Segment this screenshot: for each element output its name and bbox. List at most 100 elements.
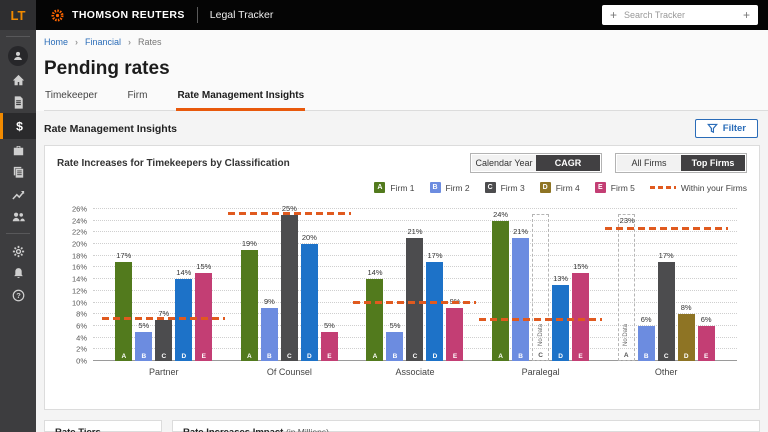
legend-item-a: AFirm 1 bbox=[374, 182, 414, 193]
settings-icon[interactable] bbox=[0, 240, 36, 262]
news-icon[interactable] bbox=[0, 161, 36, 183]
chart-card: Rate Increases for Timekeepers by Classi… bbox=[44, 145, 760, 410]
chevron-right-icon: › bbox=[128, 37, 131, 47]
bar-c: 21%C bbox=[406, 238, 423, 361]
legend-swatch: B bbox=[430, 182, 441, 193]
tab-firm[interactable]: Firm bbox=[126, 90, 148, 111]
chevron-right-icon: › bbox=[75, 37, 78, 47]
bar-letter: C bbox=[533, 352, 548, 359]
help-icon[interactable]: ? bbox=[0, 284, 36, 306]
documents-icon[interactable] bbox=[0, 91, 36, 113]
y-axis-tick: 18% bbox=[59, 251, 87, 260]
sidebar-divider bbox=[6, 233, 30, 234]
tab-timekeeper[interactable]: Timekeeper bbox=[44, 90, 98, 111]
legend-label: Firm 3 bbox=[501, 183, 525, 193]
bar-value-label: 14% bbox=[367, 268, 382, 277]
plus-icon: + bbox=[610, 9, 617, 21]
bar-letter: A bbox=[115, 353, 132, 360]
matters-icon[interactable] bbox=[0, 139, 36, 161]
legend-label: Within your Firms bbox=[681, 183, 747, 193]
category-label: Partner bbox=[115, 367, 212, 377]
benchmark-dashed-line bbox=[605, 227, 728, 230]
filter-button-label: Filter bbox=[723, 123, 746, 134]
search-input[interactable]: + Search Tracker + bbox=[602, 5, 758, 25]
rate-tiers-card: Rate Tiers 1 bbox=[44, 420, 162, 432]
legend-label: Firm 2 bbox=[446, 183, 470, 193]
dashed-line-icon bbox=[650, 186, 676, 189]
category-label: Associate bbox=[366, 367, 463, 377]
page-title: Pending rates bbox=[44, 58, 768, 80]
svg-text:?: ? bbox=[16, 291, 21, 300]
category-label: Of Counsel bbox=[241, 367, 338, 377]
bar-e: 6%E bbox=[698, 326, 715, 361]
product-name: Legal Tracker bbox=[210, 9, 274, 21]
contacts-icon[interactable] bbox=[0, 205, 36, 227]
bar-b: 9%B bbox=[261, 308, 278, 361]
y-axis-tick: 4% bbox=[59, 333, 87, 342]
tab-rate-management-insights[interactable]: Rate Management Insights bbox=[176, 90, 305, 111]
bar-letter: D bbox=[175, 353, 192, 360]
toggle-option-top-firms[interactable]: Top Firms bbox=[681, 155, 745, 171]
funnel-icon bbox=[707, 123, 718, 134]
alerts-icon[interactable] bbox=[0, 262, 36, 284]
filter-button[interactable]: Filter bbox=[695, 119, 758, 138]
legend-label: Firm 4 bbox=[556, 183, 580, 193]
bar-value-label: 21% bbox=[513, 227, 528, 236]
bar-e: 15%E bbox=[572, 273, 589, 361]
legend-swatch: C bbox=[485, 182, 496, 193]
bar-d: 8%D bbox=[678, 314, 695, 361]
bar-letter: E bbox=[446, 353, 463, 360]
billing-icon[interactable]: $ bbox=[0, 113, 36, 139]
search-placeholder: Search Tracker bbox=[624, 10, 685, 20]
bar-letter: E bbox=[321, 353, 338, 360]
brand-name: THOMSON REUTERS bbox=[72, 9, 185, 21]
bar-value-label: 14% bbox=[176, 268, 191, 277]
bar-d: 20%D bbox=[301, 244, 318, 361]
toggle-option-cagr[interactable]: CAGR bbox=[536, 155, 600, 171]
bar-a: 17%A bbox=[115, 262, 132, 361]
tab-bar: Timekeeper Firm Rate Management Insights bbox=[44, 90, 768, 111]
bar-value-label: 21% bbox=[407, 227, 422, 236]
breadcrumb-item-home[interactable]: Home bbox=[44, 37, 68, 47]
bar-b: 6%B bbox=[638, 326, 655, 361]
svg-text:$: $ bbox=[16, 119, 23, 133]
bar-value-label: 24% bbox=[493, 210, 508, 219]
bar-letter: B bbox=[135, 353, 152, 360]
sidebar: LT $? bbox=[0, 0, 36, 432]
legend-item-benchmark: Within your Firms bbox=[650, 183, 747, 193]
home-icon[interactable] bbox=[0, 69, 36, 91]
impact-title-text: Rate Increases Impact bbox=[183, 427, 283, 432]
legend-item-c: C Firm 3 bbox=[485, 182, 525, 193]
bar-d: 14%D bbox=[175, 279, 192, 361]
bar-e: 9%E bbox=[446, 308, 463, 361]
analytics-icon[interactable] bbox=[0, 183, 36, 205]
legend-item-d: DFirm 4 bbox=[540, 182, 580, 193]
legend-swatch: A bbox=[374, 182, 385, 193]
bar-value-label: 17% bbox=[116, 251, 131, 260]
no-data-label: No Data bbox=[538, 324, 544, 346]
header-divider bbox=[197, 7, 198, 23]
sidebar-icons-mount: $? bbox=[0, 43, 36, 306]
bar-letter: A bbox=[492, 353, 509, 360]
bar-a: 24%A bbox=[492, 221, 509, 361]
toggle-option-calendar-year[interactable]: Calendar Year bbox=[472, 155, 536, 171]
bar-letter: E bbox=[572, 353, 589, 360]
bar-letter: C bbox=[281, 353, 298, 360]
bar-groups: 17%A5%B7%C14%D15%EPartner19%A9%B25%C20%D… bbox=[93, 209, 737, 361]
breadcrumb-item-financial[interactable]: Financial bbox=[85, 37, 121, 47]
plot-area: 0%2%4%6%8%10%12%14%16%18%20%22%24%26%17%… bbox=[93, 209, 737, 361]
plus-icon[interactable]: + bbox=[743, 9, 750, 21]
user-icon[interactable] bbox=[0, 43, 36, 69]
toggle-option-all-firms[interactable]: All Firms bbox=[617, 155, 681, 171]
bar-value-label: 15% bbox=[196, 262, 211, 271]
toggle-group-0: Calendar YearCAGR bbox=[470, 153, 602, 173]
y-axis-tick: 24% bbox=[59, 216, 87, 225]
bar-b: 5%B bbox=[386, 332, 403, 361]
bar-group-partner: 17%A5%B7%C14%D15%EPartner bbox=[115, 209, 212, 361]
bar-b: 5%B bbox=[135, 332, 152, 361]
bar-letter: C bbox=[658, 353, 675, 360]
benchmark-value-label: 23% bbox=[620, 216, 635, 225]
bar-no-data: No DataA bbox=[618, 214, 635, 361]
bar-value-label: 15% bbox=[573, 262, 588, 271]
bar-d: 17%D bbox=[426, 262, 443, 361]
